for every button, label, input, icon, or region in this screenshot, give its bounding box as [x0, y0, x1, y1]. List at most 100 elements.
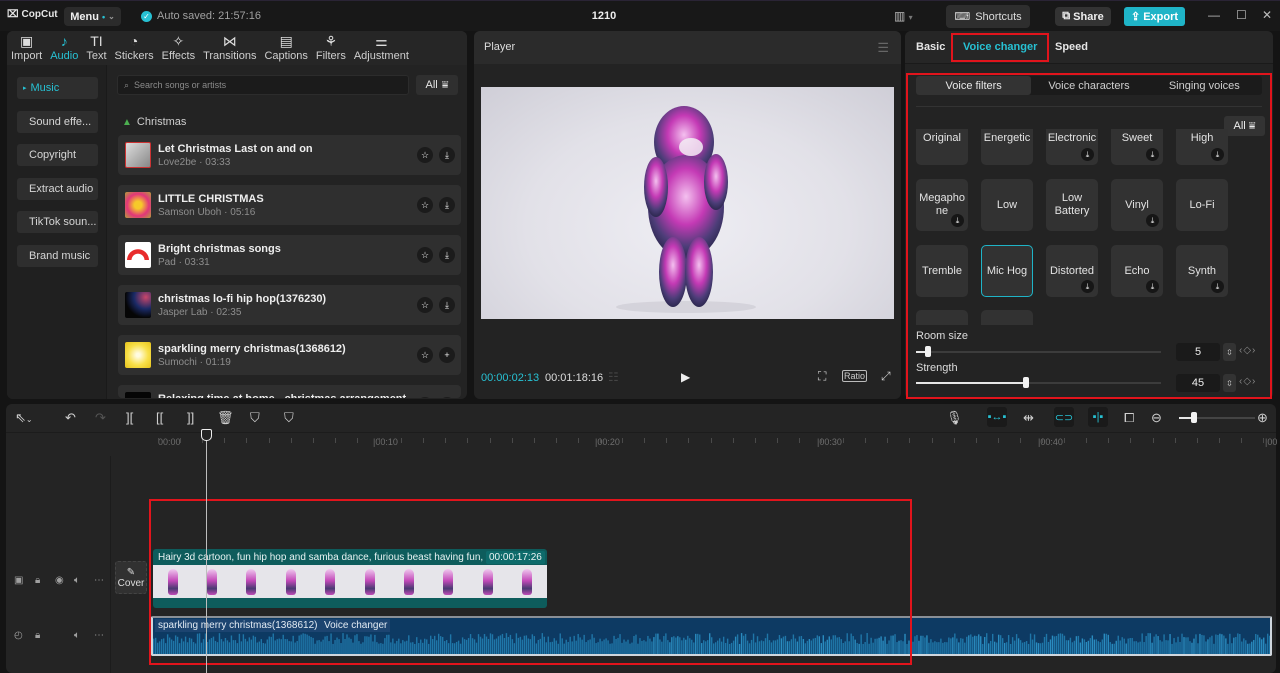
voice-effect-vinyl[interactable]: Vinyl ⤓ — [1111, 179, 1163, 231]
maximize-icon[interactable]: ☐ — [1236, 8, 1247, 22]
favorite-star-icon[interactable]: ☆ — [417, 147, 433, 163]
zoom-in-icon[interactable]: ⊕ — [1257, 410, 1268, 426]
voice-effect-megaphone[interactable]: Megapho ne ⤓ — [916, 179, 968, 231]
download-icon[interactable]: ⤓ — [1211, 280, 1224, 293]
voice-effect-lo-fi[interactable]: Lo-Fi — [1176, 179, 1228, 231]
tab-filters[interactable]: ⚘ Filters — [312, 31, 350, 65]
strength-stepper[interactable]: ⇳ — [1223, 374, 1236, 392]
cover-button[interactable]: ✎ Cover — [115, 561, 147, 594]
auto-snap-icon[interactable]: ⇹ — [1023, 410, 1034, 426]
room-size-value[interactable]: 5 — [1176, 343, 1220, 361]
download-icon[interactable]: ⤓ — [439, 247, 455, 263]
download-icon[interactable]: ⤓ — [1146, 280, 1159, 293]
room-size-slider[interactable] — [916, 346, 1161, 357]
download-icon[interactable]: ⤓ — [951, 214, 964, 227]
voice-effect-synth[interactable]: Synth ⤓ — [1176, 245, 1228, 297]
more-icon[interactable]: ⋯ — [94, 575, 104, 586]
voice-effect-low-battery[interactable]: Low Battery — [1046, 179, 1098, 231]
filter-all-button[interactable]: All ⩸ — [416, 75, 458, 95]
zoom-handle[interactable] — [1191, 412, 1198, 423]
sidebar-item-music[interactable]: ▸ Music — [17, 77, 98, 99]
sidebar-item-extract-audio[interactable]: Extract audio — [17, 177, 98, 200]
main-track-magnet-icon[interactable]: ▪↔▪ — [987, 407, 1007, 427]
search-input[interactable]: ⌕ Search songs or artists — [117, 75, 409, 95]
keyframe-icon[interactable]: ‹◇› — [1239, 345, 1256, 356]
tab-adjustment[interactable]: ⚌ Adjustment — [350, 31, 413, 65]
volume-icon[interactable]: 🔈︎ — [74, 630, 80, 641]
subtab-voice-characters[interactable]: Voice characters — [1031, 76, 1146, 95]
timeline-zoom-slider[interactable] — [1179, 412, 1255, 423]
voice-effect-mic-hog[interactable]: Mic Hog — [981, 245, 1033, 297]
marker-icon[interactable]: ⛉ — [284, 410, 294, 426]
favorite-star-icon[interactable]: ☆ — [417, 247, 433, 263]
fit-timeline-icon[interactable]: ⧠ — [1124, 410, 1134, 426]
download-icon[interactable]: ⤓ — [439, 297, 455, 313]
tab-import[interactable]: ▣ Import — [7, 31, 46, 65]
tab-captions[interactable]: ▤ Captions — [260, 31, 311, 65]
marker-add-icon[interactable]: ⛉ — [250, 410, 260, 426]
sidebar-item-sound-effe-[interactable]: Sound effe... — [17, 110, 98, 133]
zoom-fit-icon[interactable]: ⛶ — [818, 369, 826, 384]
strength-value[interactable]: 45 — [1176, 374, 1220, 392]
song-item[interactable]: christmas lo-fi hip hop(1376230) Jasper … — [118, 285, 461, 325]
sidebar-item-brand-music[interactable]: Brand music — [17, 244, 98, 267]
link-clips-icon[interactable]: ⊂⊃ — [1054, 407, 1074, 427]
voice-effect-echo[interactable]: Echo ⤓ — [1111, 245, 1163, 297]
tab-text[interactable]: TI Text — [82, 31, 110, 65]
download-icon[interactable]: ⤓ — [1146, 148, 1159, 161]
tab-stickers[interactable]: ◔ Stickers — [111, 31, 158, 65]
export-button[interactable]: ⇪ Export — [1124, 7, 1185, 26]
zoom-out-icon[interactable]: ⊖ — [1151, 410, 1162, 426]
select-tool-icon[interactable]: ⇖⌄ — [15, 410, 33, 426]
download-icon[interactable]: ⤓ — [439, 147, 455, 163]
split-left-icon[interactable]: [[ — [156, 410, 163, 425]
song-item[interactable]: Let Christmas Last on and on Love2be · 0… — [118, 135, 461, 175]
volume-icon[interactable]: 🔈︎ — [74, 575, 80, 586]
timeline-ruler[interactable]: 00:00 |00:10 |00:20 |00:30 |00:40 |00 — [6, 432, 1277, 450]
room-size-handle[interactable] — [925, 346, 932, 357]
video-preview[interactable] — [481, 87, 894, 319]
strength-handle[interactable] — [1023, 377, 1030, 388]
add-icon[interactable]: + — [439, 347, 455, 363]
tab-audio[interactable]: ♪ Audio — [46, 31, 82, 65]
tab-effects[interactable]: ✧ Effects — [158, 31, 199, 65]
timeline-grid-icon[interactable]: ☷ — [608, 370, 619, 384]
close-icon[interactable]: ✕ — [1262, 8, 1272, 22]
ratio-button[interactable]: Ratio — [842, 370, 868, 382]
more-icon[interactable]: ⋯ — [94, 630, 104, 641]
lock-icon[interactable]: 🔒︎ — [35, 575, 40, 586]
favorite-star-icon[interactable]: ☆ — [417, 397, 433, 398]
download-icon[interactable]: ⤓ — [439, 397, 455, 398]
minimize-icon[interactable]: — — [1208, 8, 1220, 22]
keyframe-icon[interactable]: ‹◇› — [1239, 376, 1256, 387]
playhead-line[interactable] — [206, 430, 207, 673]
voice-effect-low[interactable]: Low — [981, 179, 1033, 231]
download-icon[interactable]: ⤓ — [439, 197, 455, 213]
tab-transitions[interactable]: ⋈ Transitions — [199, 31, 260, 65]
shortcuts-button[interactable]: ⌨ Shortcuts — [946, 5, 1030, 28]
strength-slider[interactable] — [916, 377, 1161, 388]
voice-effect-partial[interactable] — [916, 310, 968, 325]
subtab-voice-filters[interactable]: Voice filters — [916, 76, 1032, 95]
hamburger-menu-icon[interactable]: ☰ — [877, 40, 889, 56]
voice-effect-distorted[interactable]: Distorted ⤓ — [1046, 245, 1098, 297]
play-icon[interactable]: ▶ — [681, 370, 690, 384]
split-right-icon[interactable]: ]] — [187, 410, 194, 425]
favorite-star-icon[interactable]: ☆ — [417, 297, 433, 313]
download-icon[interactable]: ⤓ — [1081, 148, 1094, 161]
preview-axis-icon[interactable]: ▪|▪ — [1088, 407, 1108, 427]
undo-icon[interactable]: ↶ — [65, 410, 76, 426]
share-button[interactable]: ⧉ Share — [1055, 7, 1111, 26]
sidebar-item-tiktok-soun-[interactable]: TikTok soun... — [17, 211, 98, 233]
microphone-icon[interactable]: 🎙 — [946, 410, 963, 426]
song-item[interactable]: sparkling merry christmas(1368612) Sumoc… — [118, 335, 461, 375]
song-item[interactable]: LITTLE CHRISTMAS Samson Uboh · 05:16 ☆ ⤓ — [118, 185, 461, 225]
tab-speed[interactable]: Speed — [1055, 41, 1088, 53]
lock-icon[interactable]: 🔒︎ — [35, 630, 40, 641]
tab-basic[interactable]: Basic — [916, 41, 945, 53]
layout-icon[interactable]: ▥ ▾ — [894, 9, 913, 23]
favorite-star-icon[interactable]: ☆ — [417, 347, 433, 363]
room-size-stepper[interactable]: ⇳ — [1223, 343, 1236, 361]
fullscreen-icon[interactable]: ⤢ — [881, 369, 891, 384]
voice-effect-partial[interactable] — [981, 310, 1033, 325]
